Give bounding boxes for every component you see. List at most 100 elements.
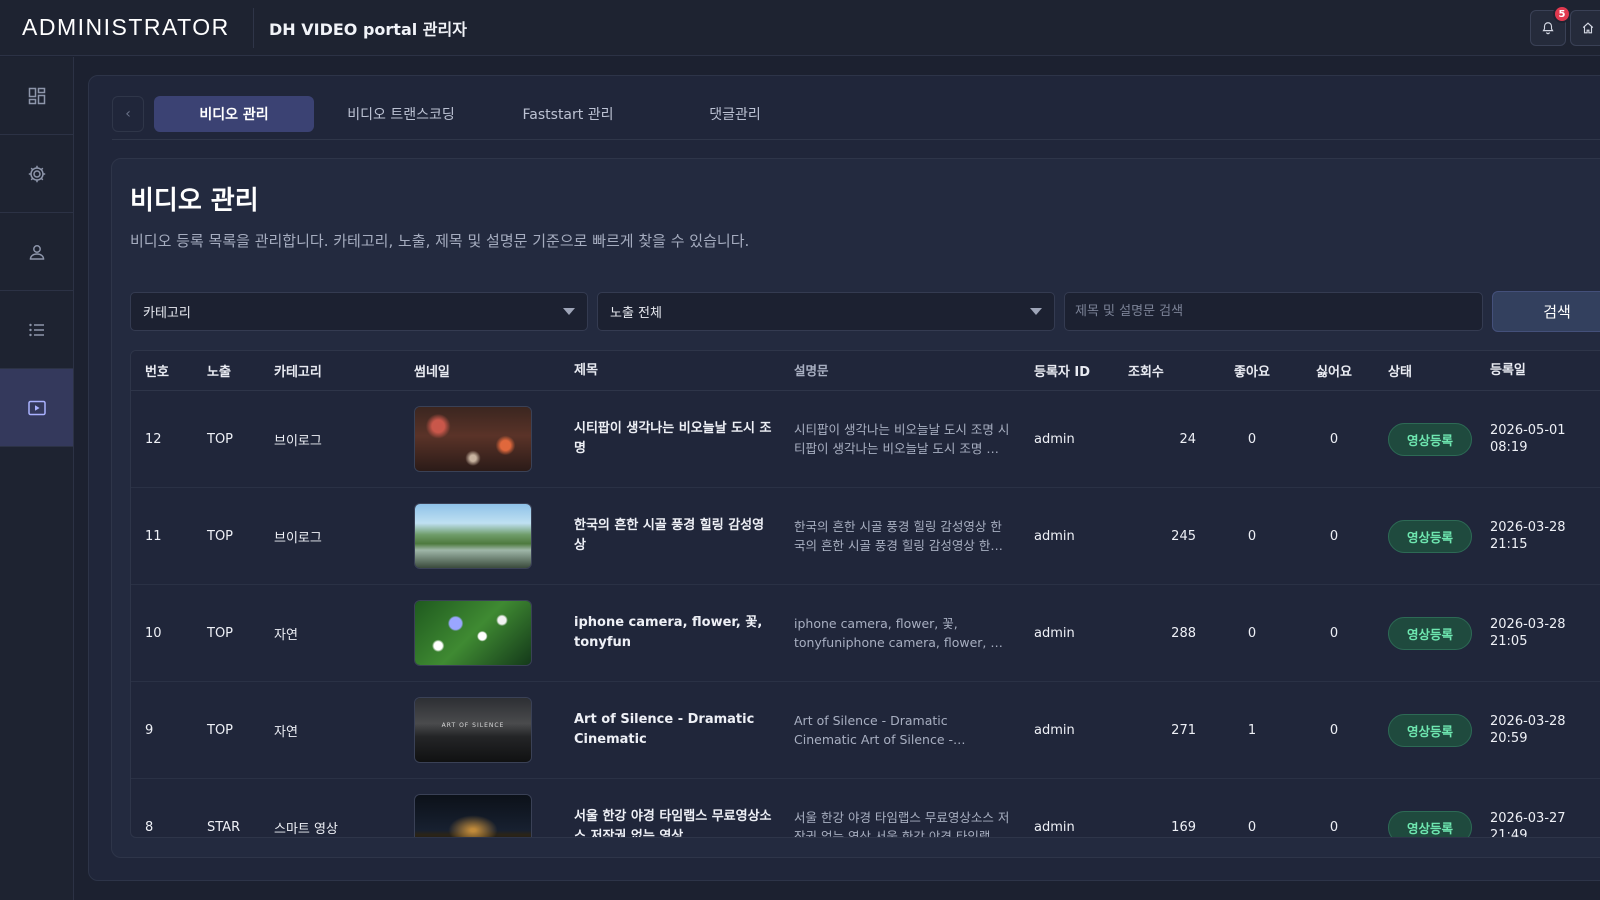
sidebar-item-video[interactable] [0,369,73,447]
thumbnail-image [415,795,531,837]
search-input[interactable] [1064,292,1483,331]
table-row[interactable]: 11 TOP 브이로그 한국의 흔한 시골 풍경 힐링 감성영상 한국의 흔한 … [131,488,1600,585]
table-row[interactable]: 12 TOP 브이로그 시티팝이 생각나는 비오늘날 도시 조명 시티팝이 생각… [131,391,1600,488]
cell-exposure: TOP [207,528,234,544]
top-header: ADMINISTRATOR DH VIDEO portal 관리자 5 [0,0,1600,56]
cell-title[interactable]: 서울 한강 야경 타임랩스 무료영상소스 저작권 없는 영상 [562,807,782,837]
top-actions: 5 [1530,5,1600,46]
cell-views: 288 [1171,625,1196,641]
notification-button[interactable]: 5 [1530,5,1571,46]
cell-title[interactable]: iphone camera, flower, 꽃, tonyfun [562,613,782,653]
cell-status: 영상등록 [1376,810,1490,837]
cell-likes: 0 [1247,819,1257,835]
table-row[interactable]: 10 TOP 자연 iphone camera, flower, 꽃, tony… [131,585,1600,682]
header-no[interactable]: 번호 [131,361,195,380]
cell-status: 영상등록 [1376,519,1490,553]
video-thumbnail[interactable] [414,794,532,837]
thumbnail-caption: ART OF SILENCE [441,722,505,729]
filter-bar: 카테고리 노출 전체 검색 [130,291,1600,332]
cell-views: 271 [1171,722,1196,738]
header-category[interactable]: 카테고리 [262,361,402,380]
cell-likes: 1 [1247,722,1257,738]
sidebar-item-list[interactable] [0,291,73,369]
home-button[interactable] [1570,10,1600,46]
cell-views: 245 [1171,528,1196,544]
cell-description: 한국의 흔한 시골 풍경 힐링 감성영상 한국의 흔한 시골 풍경 힐링 감성영… [782,517,1022,555]
cell-title[interactable]: 한국의 흔한 시골 풍경 힐링 감성영상 [562,516,782,556]
cell-status: 영상등록 [1376,422,1490,456]
video-description: Art of Silence - Dramatic Cinematic Art … [794,713,953,747]
exposure-select[interactable]: 노출 전체 [597,292,1055,331]
header-exposure[interactable]: 노출 [195,361,262,380]
video-thumbnail[interactable] [414,406,532,472]
cell-description: iphone camera, flower, 꽃, tonyfuniphone … [782,614,1022,652]
header-user-id[interactable]: 등록자 ID [1022,361,1116,380]
cell-date: 2026-03-27 21:49 [1490,811,1566,838]
header-title[interactable]: 제목 [562,361,782,381]
tab-faststart[interactable]: Faststart 관리 [488,96,648,132]
cell-title[interactable]: Art of Silence - Dramatic Cinematic [562,710,782,750]
video-title: Art of Silence - Dramatic Cinematic [574,712,755,747]
header-thumbnail: 썸네일 [414,365,450,380]
cell-category: 자연 [274,724,298,740]
user-icon [29,244,44,260]
cell-likes: 0 [1247,528,1257,544]
video-thumbnail[interactable] [414,503,532,569]
thumbnail-image [415,504,531,568]
status-badge[interactable]: 영상등록 [1388,519,1472,553]
video-description: 시티팝이 생각나는 비오늘날 도시 조명 시티팝이 생각나는 비오늘날 도시 조… [794,422,1010,456]
status-badge[interactable]: 영상등록 [1388,616,1472,650]
cell-exposure: TOP [207,625,234,641]
caret-down-icon [563,308,575,315]
thumbnail-image [415,407,531,471]
video-thumbnail[interactable]: ART OF SILENCE [414,697,532,763]
header-date[interactable]: 등록일 [1490,362,1590,379]
cell-thumbnail [402,794,562,837]
sidebar-item-users[interactable] [0,213,73,291]
cell-exposure: STAR [207,819,241,835]
cell-date: 2026-05-01 08:19 [1490,423,1566,455]
cell-likes: 0 [1247,625,1257,641]
status-badge[interactable]: 영상등록 [1388,713,1472,747]
cell-date: 2026-03-28 21:05 [1490,617,1566,649]
video-thumbnail[interactable] [414,600,532,666]
header-dislikes[interactable]: 싫어요 [1292,361,1376,380]
cell-thumbnail [402,503,562,569]
cell-no: 9 [145,722,154,738]
cell-exposure: TOP [207,722,234,738]
cell-no: 8 [145,819,154,835]
table-row[interactable]: 8 STAR 스마트 영상 서울 한강 야경 타임랩스 무료영상소스 저작권 없… [131,779,1600,838]
header-likes[interactable]: 좋아요 [1212,361,1292,380]
cell-category: 브이로그 [274,433,322,449]
cell-title[interactable]: 시티팝이 생각나는 비오늘날 도시 조명 [562,419,782,459]
sidebar-item-settings[interactable] [0,135,73,213]
category-select[interactable]: 카테고리 [130,292,588,331]
status-badge[interactable]: 영상등록 [1388,422,1472,456]
thumbnail-image [415,698,531,762]
search-button[interactable]: 검색 [1492,291,1600,332]
tab-bar: ‹ 비디오 관리 비디오 트랜스코딩 Faststart 관리 댓글관리 [112,96,1600,140]
page-description: 비디오 등록 목록을 관리합니다. 카테고리, 노출, 제목 및 설명문 기준으… [130,232,750,250]
cell-description: 서울 한강 야경 타임랩스 무료영상소스 저작권 없는 영상 서울 한강 야경 … [782,808,1022,837]
table-row[interactable]: 9 TOP 자연 ART OF SILENCE Art of Silence -… [131,682,1600,779]
tab-back-button[interactable]: ‹ [112,96,144,132]
cell-thumbnail: ART OF SILENCE [402,697,562,763]
cell-thumbnail [402,406,562,472]
page-title: 비디오 관리 [130,186,259,216]
sidebar [0,57,74,900]
cell-thumbnail [402,600,562,666]
tab-video-management[interactable]: 비디오 관리 [154,96,314,132]
status-badge[interactable]: 영상등록 [1388,810,1472,837]
sidebar-item-dashboard[interactable] [0,57,73,135]
list-icon [28,323,44,336]
tab-video-transcoding[interactable]: 비디오 트랜스코딩 [321,96,481,132]
video-description: 한국의 흔한 시골 풍경 힐링 감성영상 한국의 흔한 시골 풍경 힐링 감성영… [794,519,1002,553]
tab-comments[interactable]: 댓글관리 [655,96,815,132]
header-status[interactable]: 상태 [1376,361,1490,380]
video-title: 시티팝이 생각나는 비오늘날 도시 조명 [574,421,772,456]
cell-dislikes: 0 [1329,528,1339,544]
cell-status: 영상등록 [1376,616,1490,650]
bell-icon [1542,22,1554,35]
header-views[interactable]: 조회수 [1116,361,1212,380]
cell-views: 24 [1179,431,1196,447]
